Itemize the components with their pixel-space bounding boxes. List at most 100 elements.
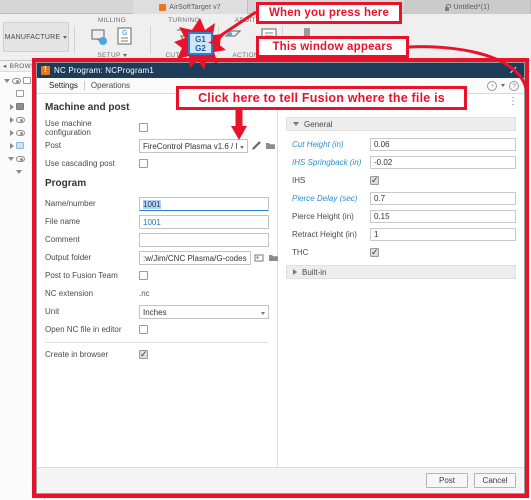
cloud-folder-icon[interactable] [254,252,265,263]
workspace-label: MANUFACTURE [4,33,61,41]
name-number-label: Name/number [45,199,96,208]
field-name-number[interactable]: Name/number 1001 [45,195,269,212]
close-icon[interactable]: ✕ [507,65,520,76]
thc-checkbox[interactable] [370,247,379,258]
expand-triangle-icon[interactable] [10,142,14,149]
unit-label: Unit [45,307,60,316]
dialog-title-label: NC Program: NCProgram1 [54,66,154,75]
expand-triangle-icon[interactable] [10,129,14,136]
use-cascading-post-checkbox[interactable] [139,159,148,168]
unit-select[interactable]: Inches [139,304,269,319]
field-ihs-springback[interactable]: IHS Springback (in) -0.02 [286,154,516,170]
annotation-click-here-text: Click here to tell Fusion where the file… [198,91,445,105]
field-comment[interactable]: Comment [45,231,269,248]
open-nc-file-in-editor-checkbox[interactable] [139,325,148,334]
ihs-springback-label: IHS Springback (in) [292,157,362,167]
annotation-window-appears-text: This window appears [272,41,393,53]
dialog-title-bar[interactable]: NC Program: NCProgram1 ✕ [37,63,524,78]
setup-list-icon[interactable]: G [113,25,136,48]
chevron-down-icon[interactable] [501,84,505,87]
field-file-name[interactable]: File name 1001 [45,213,269,230]
field-pierce-height[interactable]: Pierce Height (in) 0.15 [286,208,516,224]
document-node-icon [16,90,24,97]
nc-program-dialog: NC Program: NCProgram1 ✕ Settings Operat… [36,62,525,494]
untitled-document-tab[interactable]: Untitled*(1) [404,0,531,14]
overflow-menu-icon[interactable]: ⋮ [508,97,518,107]
field-ihs[interactable]: IHS [286,172,516,188]
comment-input[interactable] [139,232,269,247]
dialog-footer: Post Cancel [37,467,524,493]
ihs-springback-input[interactable]: -0.02 [370,155,516,169]
builtin-heading: Built-in [302,267,327,277]
visibility-eye-icon[interactable] [12,77,21,84]
folder-icon[interactable] [265,140,276,151]
pencil-icon[interactable] [251,140,262,151]
field-use-machine-configuration[interactable]: Use machine configuration [45,118,269,137]
visibility-eye-icon[interactable] [16,129,25,136]
pierce-height-input[interactable]: 0.15 [370,209,516,223]
pierce-height-label: Pierce Height (in) [292,211,354,221]
group-header-builtin[interactable]: Built-in [286,265,516,279]
annotation-press-here: When you press here [256,2,402,24]
expand-triangle-icon[interactable] [8,156,14,161]
workspace-selector[interactable]: MANUFACTURE [3,22,69,52]
file-name-input[interactable]: 1001 [139,214,269,229]
field-open-nc-file-in-editor[interactable]: Open NC file in editor [45,321,269,338]
field-use-cascading-post[interactable]: Use cascading post [45,155,269,172]
name-number-input[interactable]: 1001 [139,196,269,211]
expand-triangle-icon[interactable] [10,116,14,123]
post-label: Post [45,141,62,150]
expand-triangle-icon[interactable] [4,78,10,83]
folder-icon[interactable] [268,252,279,263]
comment-label: Comment [45,235,80,244]
nc-extension-label: NC extension [45,289,94,298]
open-nc-file-in-editor-label: Open NC file in editor [45,325,122,334]
create-in-browser-checkbox[interactable] [139,349,148,360]
post-button[interactable]: Post [426,473,468,488]
expand-triangle-icon[interactable] [16,169,22,174]
cancel-button[interactable]: Cancel [474,473,516,488]
cut-height-input[interactable]: 0.06 [370,137,516,151]
create-in-browser-label: Create in browser [45,350,109,359]
field-unit[interactable]: Unit Inches [45,303,269,320]
field-output-folder[interactable]: Output folder :w/Jim/CNC Plasma/G-codes [45,249,278,266]
document-tab[interactable]: AirSoftTarget v7 [133,0,248,14]
tab-operations[interactable]: Operations [85,81,136,90]
ribbon-group-milling-footer[interactable]: SETUP [97,52,120,59]
post-select[interactable]: FireControl Plasma v1.6 / I [139,138,248,153]
chevron-down-icon [293,122,299,126]
field-create-in-browser[interactable]: Create in browser [45,346,269,363]
visibility-eye-icon[interactable] [16,155,25,162]
thc-label: THC [292,247,309,257]
tab-settings[interactable]: Settings [43,81,84,90]
fusion-document-icon [159,3,167,11]
file-name-label: File name [45,217,81,226]
retract-height-input[interactable]: 1 [370,227,516,241]
pierce-delay-input[interactable]: 0.7 [370,191,516,205]
folder-node-icon [16,103,24,110]
field-post[interactable]: Post FireControl Plasma v1.6 / I [45,137,275,154]
browser-collapse-icon[interactable]: ◂ [3,62,7,70]
field-thc[interactable]: THC [286,244,516,260]
post-process-g1g2-button[interactable]: G1 G2 [188,32,213,55]
ihs-checkbox[interactable] [370,175,379,186]
use-cascading-post-label: Use cascading post [45,159,115,168]
field-pierce-delay[interactable]: Pierce Delay (sec) 0.7 [286,190,516,206]
use-machine-configuration-checkbox[interactable] [139,123,148,132]
field-cut-height[interactable]: Cut Height (in) 0.06 [286,136,516,152]
output-folder-input[interactable]: :w/Jim/CNC Plasma/G-codes [139,250,251,265]
setup-icon[interactable] [88,25,111,48]
visibility-eye-icon[interactable] [16,116,25,123]
group-header-general[interactable]: General [286,117,516,131]
chevron-down-icon[interactable] [122,54,127,57]
use-machine-configuration-label: Use machine configuration [45,118,92,137]
post-to-fusion-team-checkbox[interactable] [139,271,148,280]
history-clock-icon[interactable]: ◔ [487,80,497,91]
annotation-window-appears: This window appears [256,36,409,58]
field-retract-height[interactable]: Retract Height (in) 1 [286,226,516,242]
cut-height-label: Cut Height (in) [292,139,344,149]
expand-triangle-icon[interactable] [10,103,14,110]
g1g2-line2: G2 [195,43,206,53]
help-icon[interactable]: ? [509,80,519,91]
field-post-to-fusion-team[interactable]: Post to Fusion Team [45,267,269,284]
